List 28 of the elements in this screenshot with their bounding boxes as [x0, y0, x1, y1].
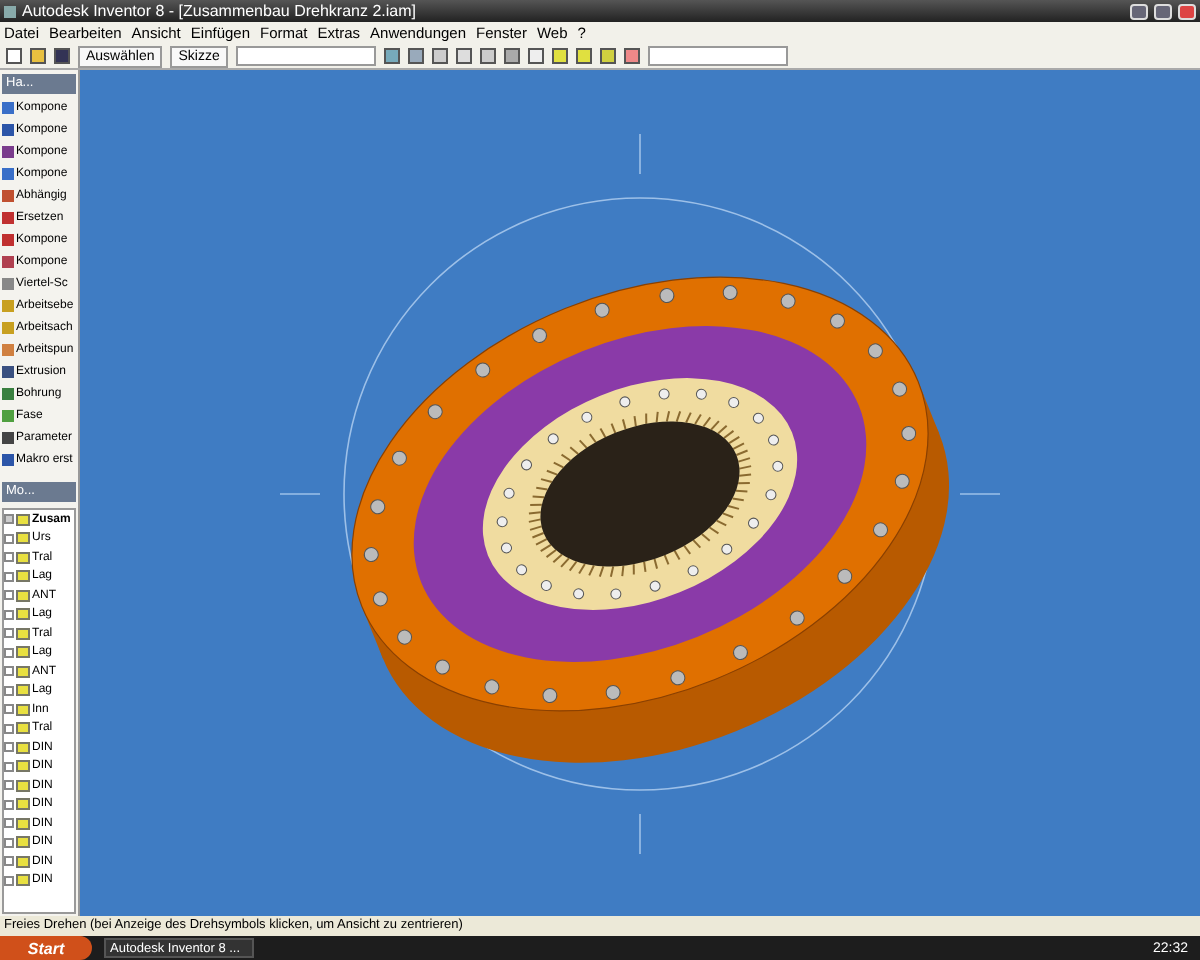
expand-icon[interactable] — [4, 552, 14, 563]
expand-icon[interactable] — [4, 704, 14, 715]
collapse-icon[interactable] — [4, 514, 14, 525]
expand-icon[interactable] — [4, 533, 14, 544]
dropdown-field[interactable] — [235, 46, 376, 66]
close-button[interactable] — [1178, 3, 1196, 19]
expand-icon[interactable] — [4, 590, 14, 601]
expand-icon[interactable] — [4, 742, 14, 753]
minimize-button[interactable] — [1130, 3, 1148, 19]
expand-icon[interactable] — [4, 856, 14, 867]
color-dropdown-field[interactable] — [647, 46, 788, 66]
expand-icon[interactable] — [4, 571, 14, 582]
expand-icon[interactable] — [4, 628, 14, 639]
graphics-viewport[interactable] — [80, 70, 1200, 916]
expand-icon[interactable] — [4, 875, 14, 886]
expand-icon[interactable] — [4, 799, 14, 810]
expand-icon[interactable] — [4, 723, 14, 734]
expand-icon[interactable] — [4, 647, 14, 658]
maximize-button[interactable] — [1154, 3, 1172, 19]
expand-icon[interactable] — [4, 780, 14, 791]
window-title: Autodesk Inventor 8 - [Zusammenbau Drehkranz 2.iam] — [22, 2, 418, 20]
expand-icon[interactable] — [4, 609, 14, 620]
start-button[interactable]: Start — [0, 936, 92, 960]
expand-icon[interactable] — [4, 761, 14, 772]
expand-icon[interactable] — [4, 837, 14, 848]
expand-icon[interactable] — [4, 818, 14, 829]
expand-icon[interactable] — [4, 685, 14, 696]
expand-icon[interactable] — [4, 666, 14, 677]
